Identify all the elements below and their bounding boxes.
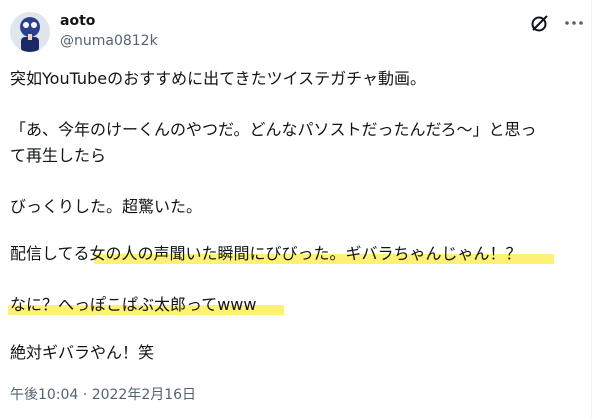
more-options-icon[interactable]	[562, 14, 586, 32]
author-name[interactable]: aoto	[60, 12, 95, 30]
tweet-text-line: 突如YouTubeのおすすめに出てきたツイステガチャ動画。	[10, 69, 426, 88]
tweet-text-line: 「あ、今年のけーくんのやつだ。どんなパソストだったんだろ～」と思っ	[10, 120, 537, 139]
user-avatar[interactable]	[10, 12, 50, 52]
user-avatar-icon	[10, 12, 50, 52]
tweet-timestamp[interactable]: 午後10:04 · 2022年2月16日	[10, 386, 196, 404]
grok-icon[interactable]	[530, 13, 550, 33]
tweet-text-line: 配信してる女の人の声聞いた瞬間にびびった。ギバラちゃんじゃん！？	[10, 244, 522, 263]
tweet-card: aoto @numa0812k 突如YouTubeのおすすめに出てきたツイステガ…	[0, 0, 592, 419]
tweet-text-line: 絶対ギバラやん！笑	[10, 343, 155, 362]
tweet-text-line: びっくりした。超驚いた。	[10, 197, 203, 216]
tweet-text-line: て再生したら	[10, 146, 107, 165]
tweet-text-line: なに？へっぽこぱぶ太郎ってwww	[10, 295, 257, 314]
author-handle[interactable]: @numa0812k	[60, 32, 158, 50]
